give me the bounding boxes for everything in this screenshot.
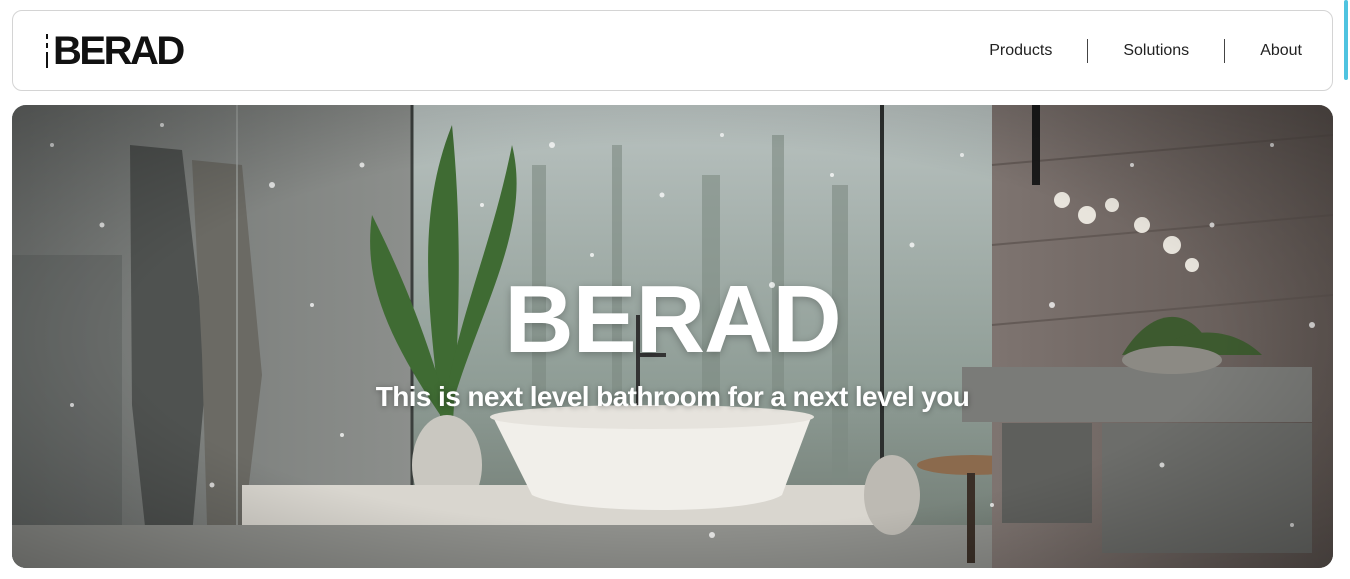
scrollbar-thumb[interactable] [1344,0,1348,80]
logo-mark-icon [45,34,51,68]
navbar: BERAD Products Solutions About [12,10,1333,91]
nav-link-about[interactable]: About [1225,42,1302,60]
main-nav: Products Solutions About [954,39,1302,63]
logo-text: BERAD [53,29,185,73]
hero-subtitle: This is next level bathroom for a next l… [375,381,970,412]
logo[interactable]: BERAD [45,29,185,73]
nav-link-products[interactable]: Products [954,42,1087,60]
hero-banner: BERAD This is next level bathroom for a … [12,105,1333,568]
hero-title: BERAD [504,266,841,373]
nav-link-solutions[interactable]: Solutions [1088,42,1224,60]
